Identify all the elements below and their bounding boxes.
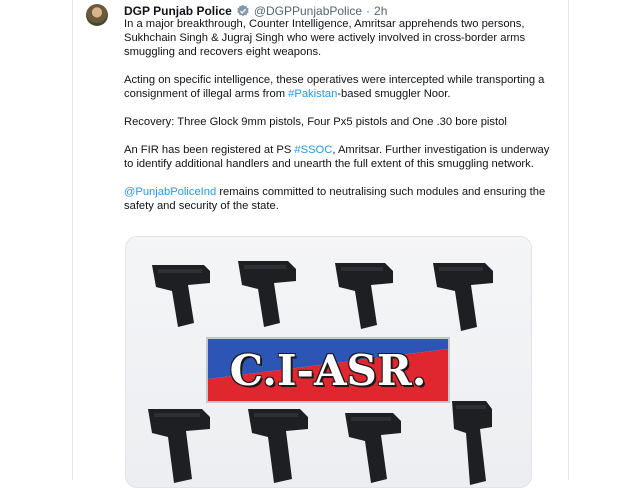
author-name[interactable]: DGP Punjab Police bbox=[124, 4, 232, 18]
banner-label: C.I-ASR. bbox=[229, 345, 427, 395]
timeline-right-border bbox=[568, 0, 569, 480]
paragraph-2: Acting on specific intelligence, these o… bbox=[124, 74, 545, 100]
mention-punjabpoliceind-link[interactable]: @PunjabPoliceInd bbox=[124, 186, 216, 198]
author-handle[interactable]: @DGPPunjabPolice bbox=[254, 4, 362, 18]
tweet-media-image[interactable]: C.I-ASR. bbox=[125, 236, 532, 488]
pistol-icon bbox=[248, 409, 308, 483]
timeline-left-border bbox=[72, 0, 73, 480]
hashtag-pakistan-link[interactable]: #Pakistan bbox=[288, 88, 337, 100]
pistol-icon bbox=[433, 263, 493, 331]
paragraph-4: An FIR has been registered at PS #SSOC, … bbox=[124, 144, 550, 170]
pistol-icon bbox=[238, 261, 296, 327]
tweet-text: In a major breakthrough, Counter Intelli… bbox=[124, 17, 554, 227]
paragraph-3: Recovery: Three Glock 9mm pistols, Four … bbox=[124, 116, 507, 128]
paragraph-1: In a major breakthrough, Counter Intelli… bbox=[124, 18, 526, 58]
separator-dot: · bbox=[366, 4, 371, 18]
pistol-icon bbox=[152, 265, 210, 327]
verified-badge-icon bbox=[237, 4, 249, 17]
paragraph-5: @PunjabPoliceInd remains committed to ne… bbox=[124, 186, 546, 212]
pistol-icon bbox=[335, 263, 393, 329]
pistol-icon bbox=[452, 401, 492, 485]
timestamp[interactable]: 2h bbox=[374, 4, 387, 18]
pistol-icon bbox=[148, 409, 210, 483]
hashtag-ssoc-link[interactable]: #SSOC bbox=[294, 144, 332, 156]
avatar[interactable] bbox=[86, 4, 108, 26]
ci-asr-banner: C.I-ASR. bbox=[206, 337, 450, 403]
pistol-icon bbox=[345, 413, 401, 483]
